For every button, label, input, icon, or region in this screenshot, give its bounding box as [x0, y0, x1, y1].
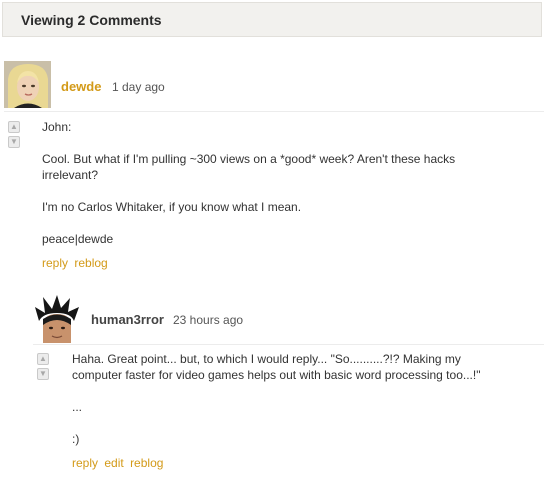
comment-paragraph: ... — [72, 400, 83, 414]
edit-link[interactable]: edit — [104, 456, 123, 470]
comment-body: John: Cool. But what if I'm pulling ~300… — [42, 119, 512, 247]
comment-paragraph: peace|dewde — [42, 232, 114, 246]
comment-actions: reply reblog — [42, 256, 111, 270]
comment-paragraph: Cool. But what if I'm pulling ~300 views… — [42, 152, 456, 182]
vote-controls: ▲ ▼ — [37, 353, 51, 383]
comment-paragraph: :) — [72, 432, 80, 446]
comment-author-link[interactable]: dewde — [61, 79, 101, 94]
reply-link[interactable]: reply — [42, 256, 68, 270]
avatar-human3rror[interactable] — [33, 295, 81, 343]
comment-body: Haha. Great point... but, to which I wou… — [72, 351, 512, 447]
avatar-dewde[interactable] — [4, 61, 51, 108]
comment-paragraph: John: — [42, 120, 72, 134]
comment-timestamp[interactable]: 1 day ago — [112, 80, 165, 94]
comment-author-link[interactable]: human3rror — [91, 312, 164, 327]
thumb-up-icon[interactable]: ▲ — [37, 353, 49, 365]
reblog-link[interactable]: reblog — [130, 456, 163, 470]
comment-divider — [4, 111, 544, 112]
comment-paragraph: I'm no Carlos Whitaker, if you know what… — [42, 200, 302, 214]
comments-count-title: Viewing 2 Comments — [21, 12, 162, 28]
thumb-down-icon[interactable]: ▼ — [8, 136, 20, 148]
comment-actions: reply edit reblog — [72, 456, 166, 470]
thumb-up-icon[interactable]: ▲ — [8, 121, 20, 133]
thumb-down-icon[interactable]: ▼ — [37, 368, 49, 380]
reply-link[interactable]: reply — [72, 456, 98, 470]
reblog-link[interactable]: reblog — [74, 256, 107, 270]
comment-timestamp[interactable]: 23 hours ago — [173, 313, 243, 327]
comment-divider — [33, 344, 544, 345]
comment-paragraph: Haha. Great point... but, to which I wou… — [72, 352, 481, 382]
comments-header: Viewing 2 Comments — [2, 2, 542, 37]
vote-controls: ▲ ▼ — [8, 121, 22, 151]
